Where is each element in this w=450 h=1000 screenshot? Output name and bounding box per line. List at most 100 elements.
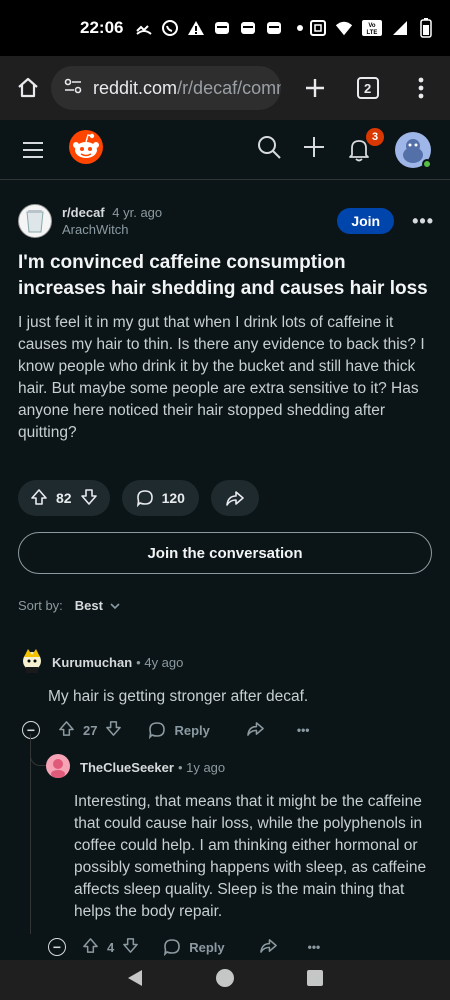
plus-icon [305, 79, 324, 97]
menu-button[interactable] [18, 135, 48, 165]
user-avatar-button[interactable] [394, 131, 432, 169]
upvote-button[interactable] [82, 937, 99, 957]
message-icon [239, 19, 257, 37]
battery-icon [417, 18, 435, 38]
vote-pill: 82 [18, 480, 110, 516]
browser-toolbar: reddit.com/r/decaf/comm 2 [0, 56, 450, 120]
comment-more-button[interactable]: ••• [297, 723, 310, 737]
sort-label: Sort by: [18, 598, 63, 613]
comment-avatar[interactable] [20, 647, 44, 678]
comment: Kurumuchan • 4y ago My hair is getting s… [0, 647, 450, 740]
notification-badge: 3 [366, 127, 384, 146]
join-button[interactable]: Join [337, 208, 395, 234]
comment-body: My hair is getting stronger after decaf. [48, 688, 309, 705]
collapse-button[interactable]: − [22, 721, 40, 739]
upvote-icon [31, 488, 47, 505]
dot-icon [291, 19, 309, 37]
recents-icon [307, 969, 324, 986]
comment-votes: 27 [83, 722, 98, 738]
comment-body: Interesting, that means that it might be… [74, 793, 427, 920]
subreddit-name[interactable]: r/decaf [62, 205, 105, 220]
back-button[interactable] [126, 968, 144, 993]
comment-icon [149, 722, 166, 739]
subreddit-icon[interactable] [18, 204, 52, 238]
reddit-header: 3 [0, 120, 450, 180]
nfc-icon [309, 19, 327, 37]
message-icon [265, 19, 283, 37]
upvote-button[interactable] [58, 720, 75, 740]
comment-icon [136, 490, 153, 507]
comment-reply: TheClueSeeker • 1y ago Interesting, that… [0, 754, 450, 957]
chevron-down-icon [110, 602, 120, 609]
plus-icon [304, 137, 324, 157]
vertical-dots-icon [418, 77, 423, 99]
whatsapp-icon [161, 19, 179, 37]
status-time: 22:06 [80, 18, 124, 37]
create-post-button[interactable] [302, 135, 326, 164]
message-icon [213, 19, 231, 37]
sort-control[interactable]: Sort by: Best [18, 598, 432, 613]
post-action-bar: 82 120 [18, 480, 432, 516]
url-bar[interactable]: reddit.com/r/decaf/comm [51, 66, 282, 110]
online-indicator [422, 158, 432, 169]
upvote-icon [83, 938, 98, 953]
tab-switcher-button[interactable]: 2 [348, 68, 387, 108]
downvote-button[interactable] [80, 488, 98, 509]
upvote-button[interactable] [30, 488, 48, 509]
post: r/decaf 4 yr. ago ArachWitch Join ••• I'… [0, 180, 450, 516]
downvote-button[interactable] [122, 937, 139, 957]
comment-count: 120 [161, 490, 185, 506]
downvote-button[interactable] [105, 720, 122, 740]
post-more-button[interactable]: ••• [412, 211, 434, 232]
avatar [23, 649, 41, 673]
recents-button[interactable] [306, 969, 324, 992]
new-tab-button[interactable] [295, 68, 334, 108]
post-age: 4 yr. ago [112, 205, 163, 220]
reply-label: Reply [174, 722, 210, 738]
notifications-button[interactable]: 3 [346, 127, 384, 164]
comments-button[interactable]: 120 [121, 480, 199, 516]
missed-call-icon [135, 19, 153, 37]
reply-label: Reply [189, 939, 225, 955]
collapse-button[interactable]: − [48, 938, 66, 956]
wifi-icon [335, 19, 353, 37]
comment-age: • 4y ago [136, 655, 184, 670]
volte-icon: Vo LTE [361, 19, 383, 37]
reddit-logo[interactable] [68, 129, 104, 170]
warning-icon [187, 19, 205, 37]
share-button[interactable] [210, 480, 259, 516]
share-button[interactable] [259, 937, 278, 957]
browser-menu-button[interactable] [401, 68, 440, 108]
comment-avatar[interactable] [46, 754, 70, 781]
comment-author[interactable]: Kurumuchan [52, 655, 132, 670]
downvote-icon [80, 488, 97, 505]
downvote-icon [106, 721, 122, 736]
comment-age: • 1y ago [177, 760, 226, 775]
comment-author[interactable]: TheClueSeeker [80, 760, 174, 775]
reddit-page: 3 r/decaf 4 yr. ago ArachWitch Join ••• … [0, 120, 450, 960]
site-settings-icon[interactable] [63, 76, 83, 101]
join-conversation-button[interactable]: Join the conversation [18, 532, 432, 574]
share-button[interactable] [246, 720, 265, 740]
post-author[interactable]: ArachWitch [62, 221, 162, 238]
home-icon [17, 77, 38, 98]
back-icon [127, 969, 142, 986]
comment-action-bar: − 4 Reply ••• [48, 937, 450, 957]
reply-button[interactable]: Reply [163, 938, 225, 956]
search-button[interactable] [256, 134, 282, 165]
post-body: I just feel it in my gut that when I dri… [18, 314, 425, 441]
reply-button[interactable]: Reply [148, 721, 210, 739]
home-button[interactable] [10, 70, 45, 106]
home-nav-button[interactable] [215, 968, 235, 993]
comment-action-bar: − 27 Reply ••• [22, 720, 450, 740]
url-host: reddit.com [93, 77, 178, 98]
comment-more-button[interactable]: ••• [308, 940, 321, 954]
share-icon [226, 491, 244, 506]
status-bar: 22:06 Vo LTE [0, 0, 450, 56]
system-nav-bar [0, 960, 450, 1000]
comment-icon [164, 939, 181, 956]
vote-count: 82 [56, 490, 72, 506]
share-icon [259, 939, 277, 953]
tab-count: 2 [356, 77, 379, 99]
url-path: /r/decaf/comm [177, 77, 282, 98]
